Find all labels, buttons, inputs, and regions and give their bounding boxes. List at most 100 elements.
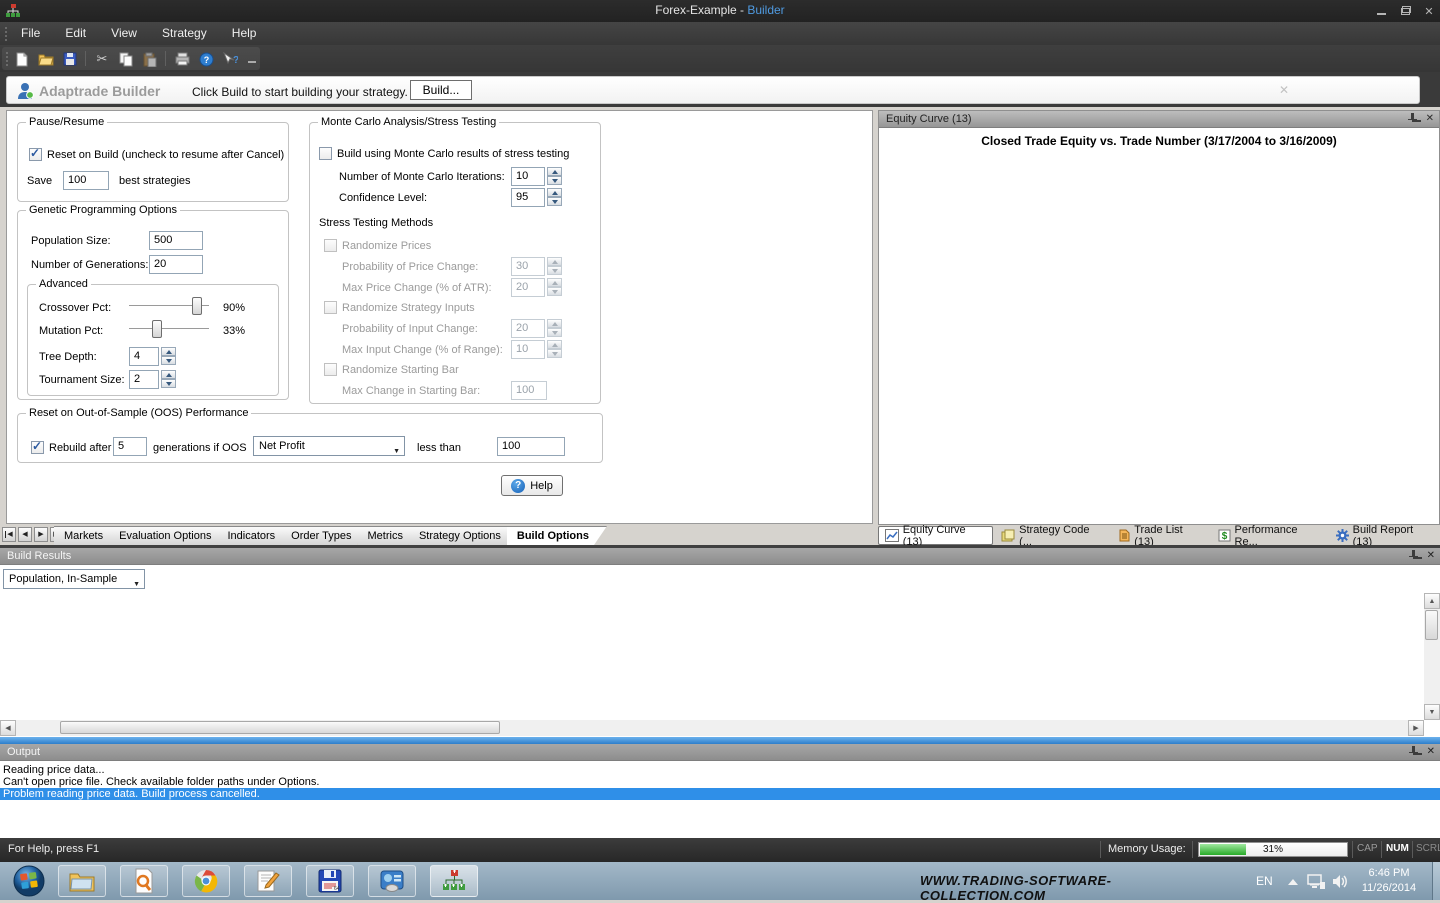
vertical-scrollbar[interactable]: ▲ ▼ [1424, 593, 1440, 720]
population-size-input[interactable]: 500 [149, 231, 203, 250]
new-file-icon[interactable] [12, 50, 32, 68]
randomize-inputs-checkbox[interactable] [324, 301, 337, 314]
menu-file[interactable]: File [10, 22, 51, 45]
build-button[interactable]: Build... [410, 80, 472, 100]
close-panel-icon[interactable]: ✕ [1427, 550, 1435, 561]
network-icon[interactable] [1306, 874, 1326, 890]
menu-view[interactable]: View [100, 22, 148, 45]
tournament-size-stepper[interactable] [161, 370, 176, 389]
rebuild-checkbox[interactable]: ✓ [31, 441, 44, 454]
oos-threshold-input[interactable]: 100 [497, 437, 565, 456]
slider-thumb[interactable] [152, 320, 162, 338]
tournament-size-input[interactable]: 2 [129, 370, 159, 389]
prob-price-change-input[interactable]: 30 [511, 257, 545, 276]
first-tab-button[interactable]: ◀ [2, 527, 16, 542]
mutation-pct-slider[interactable] [129, 320, 209, 338]
tree-depth-input[interactable]: 4 [129, 347, 159, 366]
toolbar-separator [165, 51, 166, 66]
tree-depth-stepper[interactable] [161, 347, 176, 366]
language-indicator[interactable]: EN [1256, 874, 1273, 888]
next-tab-button[interactable]: ▶ [34, 527, 48, 542]
show-hidden-icons-button[interactable] [1288, 879, 1298, 885]
minimize-button[interactable] [1370, 4, 1392, 18]
close-panel-icon[interactable]: ✕ [1427, 746, 1435, 757]
maximize-button[interactable] [1394, 4, 1416, 18]
pin-icon[interactable] [1409, 746, 1419, 757]
help-icon[interactable]: ? [196, 50, 216, 68]
rebuild-generations-input[interactable]: 5 [113, 437, 147, 456]
cut-icon[interactable]: ✂ [92, 50, 112, 68]
taskbar-control-panel-button[interactable] [368, 865, 416, 897]
taskbar-chrome-button[interactable] [182, 865, 230, 897]
mc-iterations-stepper[interactable] [547, 167, 562, 186]
help-button[interactable]: ? Help [501, 475, 563, 496]
menu-edit[interactable]: Edit [54, 22, 97, 45]
max-price-change-stepper[interactable] [547, 278, 562, 297]
tab-strategy-options[interactable]: Strategy Options [409, 526, 519, 545]
results-filter-dropdown[interactable]: Population, In-Sample ▼ [3, 569, 145, 589]
max-price-change-input[interactable]: 20 [511, 278, 545, 297]
clock-date: 11/26/2014 [1356, 881, 1422, 896]
context-help-icon[interactable]: ? [220, 50, 240, 68]
taskbar-explorer-button[interactable] [58, 865, 106, 897]
branding-close-icon[interactable]: ✕ [1279, 83, 1289, 97]
randomize-prices-checkbox[interactable] [324, 239, 337, 252]
copy-icon[interactable] [116, 50, 136, 68]
show-desktop-button[interactable] [1432, 862, 1440, 900]
save-strategies-input[interactable]: 100 [63, 171, 109, 190]
confidence-level-input[interactable]: 95 [511, 188, 545, 207]
reset-on-build-checkbox[interactable]: ✓ [29, 148, 42, 161]
paste-icon[interactable] [140, 50, 160, 68]
memory-usage-value: 31% [1199, 844, 1347, 855]
volume-icon[interactable] [1332, 874, 1350, 889]
oos-metric-dropdown[interactable]: Net Profit ▼ [253, 436, 405, 456]
toolbar-overflow-icon[interactable] [248, 55, 256, 63]
save-icon[interactable] [60, 50, 80, 68]
tab-evaluation-options[interactable]: Evaluation Options [109, 526, 229, 545]
slider-thumb[interactable] [192, 297, 202, 315]
tab-strategy-code[interactable]: Strategy Code (... [995, 526, 1109, 545]
open-file-icon[interactable] [36, 50, 56, 68]
mc-iterations-input[interactable]: 10 [511, 167, 545, 186]
taskbar-clock[interactable]: 6:46 PM 11/26/2014 [1356, 866, 1422, 896]
close-panel-icon[interactable]: ✕ [1426, 113, 1434, 124]
tab-order-types[interactable]: Order Types [281, 526, 369, 545]
menu-help[interactable]: Help [221, 22, 268, 45]
generations-input[interactable]: 20 [149, 255, 203, 274]
print-icon[interactable] [172, 50, 192, 68]
build-results-panel: Build Results ✕ Population, In-Sample ▼ … [0, 548, 1440, 737]
prob-price-change-stepper[interactable] [547, 257, 562, 276]
results-filter-value: Population, In-Sample [9, 573, 117, 585]
taskbar-search-button[interactable] [120, 865, 168, 897]
output-line-selected[interactable]: Problem reading price data. Build proces… [0, 788, 1440, 800]
prob-input-change-stepper[interactable] [547, 319, 562, 338]
toolbar-separator [85, 51, 86, 66]
pin-icon[interactable] [1409, 550, 1419, 561]
prev-tab-button[interactable]: ◀ [18, 527, 32, 542]
num-lock-indicator: NUM [1386, 843, 1409, 854]
horizontal-scrollbar[interactable]: ◀ ▶ [0, 720, 1424, 736]
menu-strategy[interactable]: Strategy [151, 22, 218, 45]
branding-bar: Adaptrade Builder Click Build to start b… [6, 76, 1420, 104]
pin-icon[interactable] [1408, 113, 1418, 124]
tab-trade-list[interactable]: Trade List (13) [1112, 526, 1210, 545]
build-monte-carlo-checkbox[interactable] [319, 147, 332, 160]
confidence-level-stepper[interactable] [547, 188, 562, 207]
pages-tab-strip: ◀ ◀ ▶ ▶ MarketsEvaluation OptionsIndicat… [0, 525, 873, 545]
prob-input-change-input[interactable]: 20 [511, 319, 545, 338]
max-starting-bar-input[interactable]: 100 [511, 381, 547, 400]
taskbar-editor-button[interactable] [244, 865, 292, 897]
panel-splitter[interactable] [0, 737, 1440, 744]
taskbar-floppy-button[interactable]: 64 [306, 865, 354, 897]
tab-build-report[interactable]: Build Report (13) [1330, 526, 1440, 545]
max-input-change-stepper[interactable] [547, 340, 562, 359]
max-input-change-input[interactable]: 10 [511, 340, 545, 359]
taskbar-builder-button[interactable] [430, 865, 478, 897]
tab-build-options[interactable]: Build Options [507, 526, 607, 545]
close-button[interactable]: ✕ [1418, 4, 1440, 18]
tab-equity-curve[interactable]: Equity Curve (13) [878, 526, 993, 545]
tab-performance-report[interactable]: $ Performance Re... [1212, 526, 1328, 545]
randomize-starting-bar-checkbox[interactable] [324, 363, 337, 376]
crossover-pct-slider[interactable] [129, 297, 209, 315]
start-button[interactable] [12, 864, 46, 898]
